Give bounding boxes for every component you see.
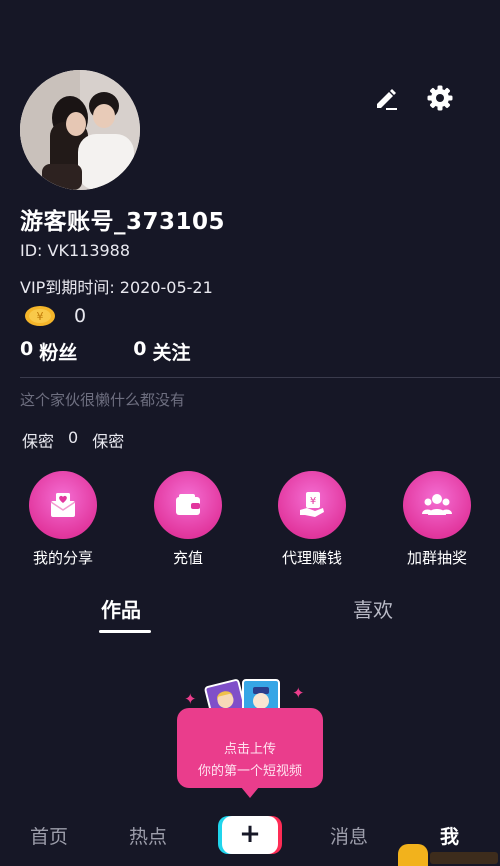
share-envelope-icon [29, 471, 97, 539]
gender-tag: 保密 [22, 432, 55, 451]
bio: 这个家伙很懒什么都没有 [20, 391, 186, 409]
upload-video-prompt[interactable]: 点击上传 你的第一个短视频 [177, 708, 323, 798]
profile-tags: 保密 0 保密 [22, 428, 124, 452]
group-lottery-button[interactable]: 加群抽奖 [387, 471, 487, 568]
follow-stats: 0 粉丝 0 关注 [20, 338, 191, 365]
wallet-icon [154, 471, 222, 539]
svg-text:¥: ¥ [310, 496, 316, 507]
sparkle-icon: ✦ [292, 684, 305, 702]
coin-icon: ¥ [25, 306, 55, 326]
following-stat[interactable]: 0 关注 [133, 338, 190, 365]
location-tag: 保密 [92, 432, 125, 451]
tab-works[interactable]: 作品 [101, 594, 141, 623]
nav-hot[interactable]: 热点 [129, 822, 167, 849]
group-icon [403, 471, 471, 539]
nav-me[interactable]: 我 [440, 822, 459, 849]
coin-count: 0 [74, 305, 87, 327]
divider [20, 377, 500, 378]
recharge-button[interactable]: 充值 [138, 471, 238, 568]
tab-active-indicator [99, 630, 151, 633]
my-share-button[interactable]: 我的分享 [13, 471, 113, 568]
sparkle-icon: ✦ [184, 690, 197, 708]
fans-count: 0 [20, 338, 34, 360]
create-video-button[interactable]: + [222, 816, 278, 854]
fans-label: 粉丝 [39, 342, 78, 364]
agent-earn-button[interactable]: ¥ 代理赚钱 [262, 471, 362, 568]
money-hand-icon: ¥ [278, 471, 346, 539]
nav-home[interactable]: 首页 [30, 822, 68, 849]
upload-prompt-title: 点击上传 [223, 742, 276, 757]
svg-text:¥: ¥ [37, 310, 44, 323]
avatar[interactable] [20, 70, 140, 190]
gear-icon[interactable] [426, 84, 454, 112]
recharge-label: 充值 [172, 549, 203, 567]
watermark-logo-icon [398, 844, 428, 866]
tab-likes[interactable]: 喜欢 [353, 594, 393, 623]
vip-expiry: VIP到期时间: 2020-05-21 [20, 278, 213, 297]
age-tag: 0 [68, 428, 79, 447]
fans-stat[interactable]: 0 粉丝 [20, 338, 77, 365]
username: 游客账号_373105 [20, 209, 226, 235]
nav-messages[interactable]: 消息 [330, 822, 368, 849]
group-lottery-label: 加群抽奖 [406, 549, 467, 567]
following-count: 0 [133, 338, 147, 360]
following-label: 关注 [152, 342, 191, 364]
my-share-label: 我的分享 [32, 549, 93, 567]
plus-icon: + [239, 819, 261, 849]
watermark-mark [430, 852, 498, 864]
pencil-icon[interactable] [372, 84, 400, 112]
coin-balance: ¥ 0 [24, 304, 86, 328]
user-id: ID: VK113988 [20, 241, 131, 260]
upload-prompt-subtitle: 你的第一个短视频 [197, 764, 302, 779]
agent-earn-label: 代理赚钱 [281, 549, 342, 567]
